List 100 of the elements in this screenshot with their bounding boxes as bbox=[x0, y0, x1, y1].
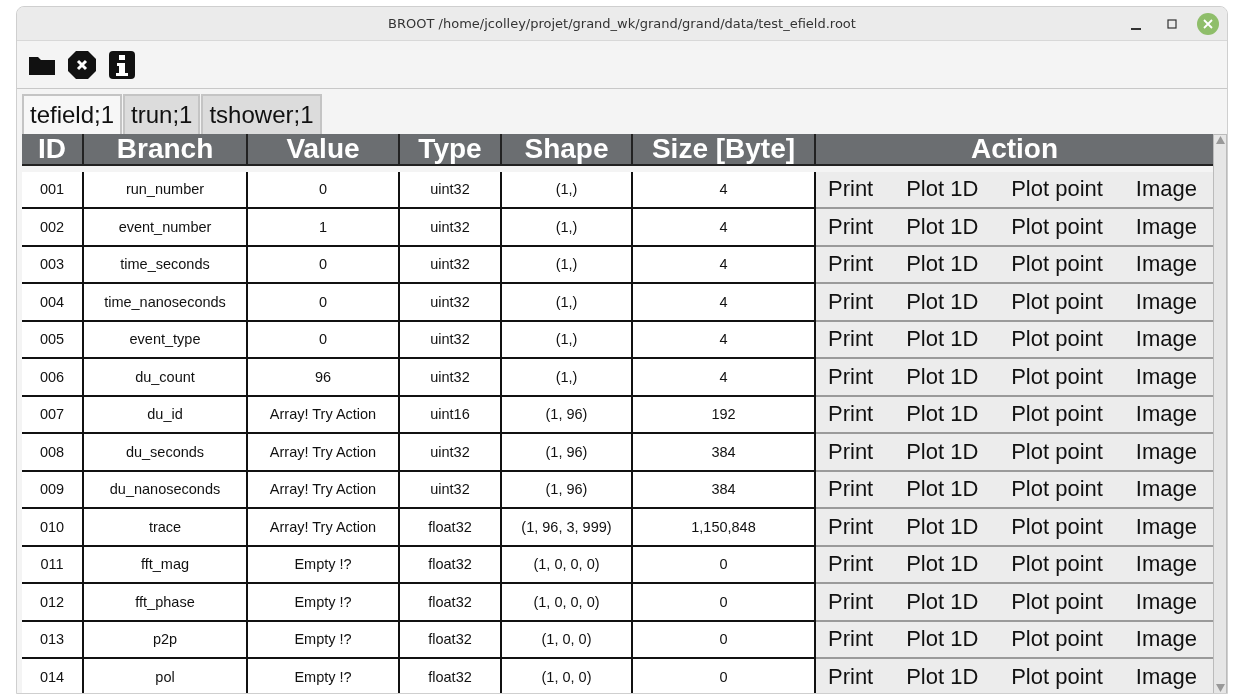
table-cell: (1, 0, 0, 0) bbox=[502, 584, 633, 622]
table-cell: 192 bbox=[633, 396, 816, 434]
table-cell: 4 bbox=[633, 209, 816, 247]
table-cell: 0 bbox=[248, 171, 400, 209]
table-cell: pol bbox=[84, 659, 248, 693]
table-cell: float32 bbox=[400, 621, 502, 659]
table-cell: 4 bbox=[633, 284, 816, 322]
table-cell: 96 bbox=[248, 359, 400, 397]
table-cell: run_number bbox=[84, 171, 248, 209]
table-cell: 010 bbox=[22, 509, 84, 547]
table-cell: event_type bbox=[84, 321, 248, 359]
table-cell: 0 bbox=[633, 546, 816, 584]
close-file-icon[interactable] bbox=[67, 49, 97, 80]
info-icon[interactable] bbox=[107, 49, 137, 80]
column-header: Shape bbox=[502, 134, 633, 166]
table-cell: 1 bbox=[248, 209, 400, 247]
table-cell: du_seconds bbox=[84, 434, 248, 472]
table-cell: trace bbox=[84, 509, 248, 547]
table-cell: Array! Try Action bbox=[248, 434, 400, 472]
close-button[interactable] bbox=[1197, 13, 1219, 35]
table-cell: time_nanoseconds bbox=[84, 284, 248, 322]
tab[interactable]: tefield;1 bbox=[22, 94, 123, 134]
column-header: Size [Byte] bbox=[633, 134, 816, 166]
table-cell: 0 bbox=[633, 659, 816, 693]
table-cell: uint16 bbox=[400, 396, 502, 434]
table-cell: uint32 bbox=[400, 284, 502, 322]
table-cell: du_count bbox=[84, 359, 248, 397]
column-header: Action bbox=[816, 134, 1213, 166]
table-cell: float32 bbox=[400, 546, 502, 584]
table-cell: (1, 96, 3, 999) bbox=[502, 509, 633, 547]
table-cell: 4 bbox=[633, 171, 816, 209]
table-cell: 004 bbox=[22, 284, 84, 322]
table-cell: Empty !? bbox=[248, 546, 400, 584]
table-cell: 003 bbox=[22, 246, 84, 284]
table-cell: event_number bbox=[84, 209, 248, 247]
scrollbar[interactable] bbox=[1213, 134, 1227, 693]
table-cell: 0 bbox=[633, 621, 816, 659]
tab[interactable]: tshower;1 bbox=[201, 94, 322, 134]
table-cell: uint32 bbox=[400, 471, 502, 509]
scroll-down-icon[interactable] bbox=[1214, 683, 1226, 693]
table-cell: uint32 bbox=[400, 321, 502, 359]
table-cell: float32 bbox=[400, 659, 502, 693]
table-cell: 013 bbox=[22, 621, 84, 659]
column-header: Value bbox=[248, 134, 400, 166]
table-cell: uint32 bbox=[400, 246, 502, 284]
table-cell: (1, 96) bbox=[502, 471, 633, 509]
table-cell: 011 bbox=[22, 546, 84, 584]
table-cell: (1, 96) bbox=[502, 396, 633, 434]
table-cell: 002 bbox=[22, 209, 84, 247]
table-cell: du_id bbox=[84, 396, 248, 434]
table-cell: Array! Try Action bbox=[248, 509, 400, 547]
window-title: BROOT /home/jcolley/projet/grand_wk/grand/grand/data/test_efield.root bbox=[388, 16, 856, 31]
scroll-up-icon[interactable] bbox=[1214, 135, 1226, 145]
column-header: ID bbox=[22, 134, 84, 166]
table-cell: time_seconds bbox=[84, 246, 248, 284]
table-cell: uint32 bbox=[400, 434, 502, 472]
table-cell: 009 bbox=[22, 471, 84, 509]
table-cell: (1,) bbox=[502, 246, 633, 284]
table-cell: 005 bbox=[22, 321, 84, 359]
table-cell: (1, 96) bbox=[502, 434, 633, 472]
table-cell: 384 bbox=[633, 434, 816, 472]
table-cell: du_nanoseconds bbox=[84, 471, 248, 509]
table-cell: 0 bbox=[248, 246, 400, 284]
table-cell: 4 bbox=[633, 246, 816, 284]
table-cell: 001 bbox=[22, 171, 84, 209]
column-header: Branch bbox=[84, 134, 248, 166]
table-cell: 0 bbox=[248, 321, 400, 359]
table-cell: p2p bbox=[84, 621, 248, 659]
table-cell: Empty !? bbox=[248, 659, 400, 693]
table-cell: 1,150,848 bbox=[633, 509, 816, 547]
table-cell: (1, 0, 0) bbox=[502, 621, 633, 659]
table-cell: 4 bbox=[633, 359, 816, 397]
table-cell: Array! Try Action bbox=[248, 396, 400, 434]
table-cell: 008 bbox=[22, 434, 84, 472]
table-cell: uint32 bbox=[400, 359, 502, 397]
table-cell: 4 bbox=[633, 321, 816, 359]
table-cell: float32 bbox=[400, 584, 502, 622]
table-cell: 014 bbox=[22, 659, 84, 693]
table-cell: fft_mag bbox=[84, 546, 248, 584]
table-cell: Array! Try Action bbox=[248, 471, 400, 509]
close-icon bbox=[1203, 19, 1213, 29]
table-cell: (1,) bbox=[502, 284, 633, 322]
column-header: Type bbox=[400, 134, 502, 166]
minimize-icon bbox=[1131, 28, 1141, 30]
table-cell: (1,) bbox=[502, 359, 633, 397]
table-cell: 384 bbox=[633, 471, 816, 509]
table-cell: Empty !? bbox=[248, 584, 400, 622]
table-cell: float32 bbox=[400, 509, 502, 547]
table-cell: 012 bbox=[22, 584, 84, 622]
table-cell: (1,) bbox=[502, 171, 633, 209]
table-cell: (1, 0, 0, 0) bbox=[502, 546, 633, 584]
table-cell: uint32 bbox=[400, 209, 502, 247]
table-cell: 0 bbox=[633, 584, 816, 622]
table-cell: uint32 bbox=[400, 171, 502, 209]
table-cell: 0 bbox=[248, 284, 400, 322]
table-cell: 007 bbox=[22, 396, 84, 434]
table-cell: fft_phase bbox=[84, 584, 248, 622]
table-cell: Empty !? bbox=[248, 621, 400, 659]
tab[interactable]: trun;1 bbox=[123, 94, 201, 134]
table-cell: 006 bbox=[22, 359, 84, 397]
